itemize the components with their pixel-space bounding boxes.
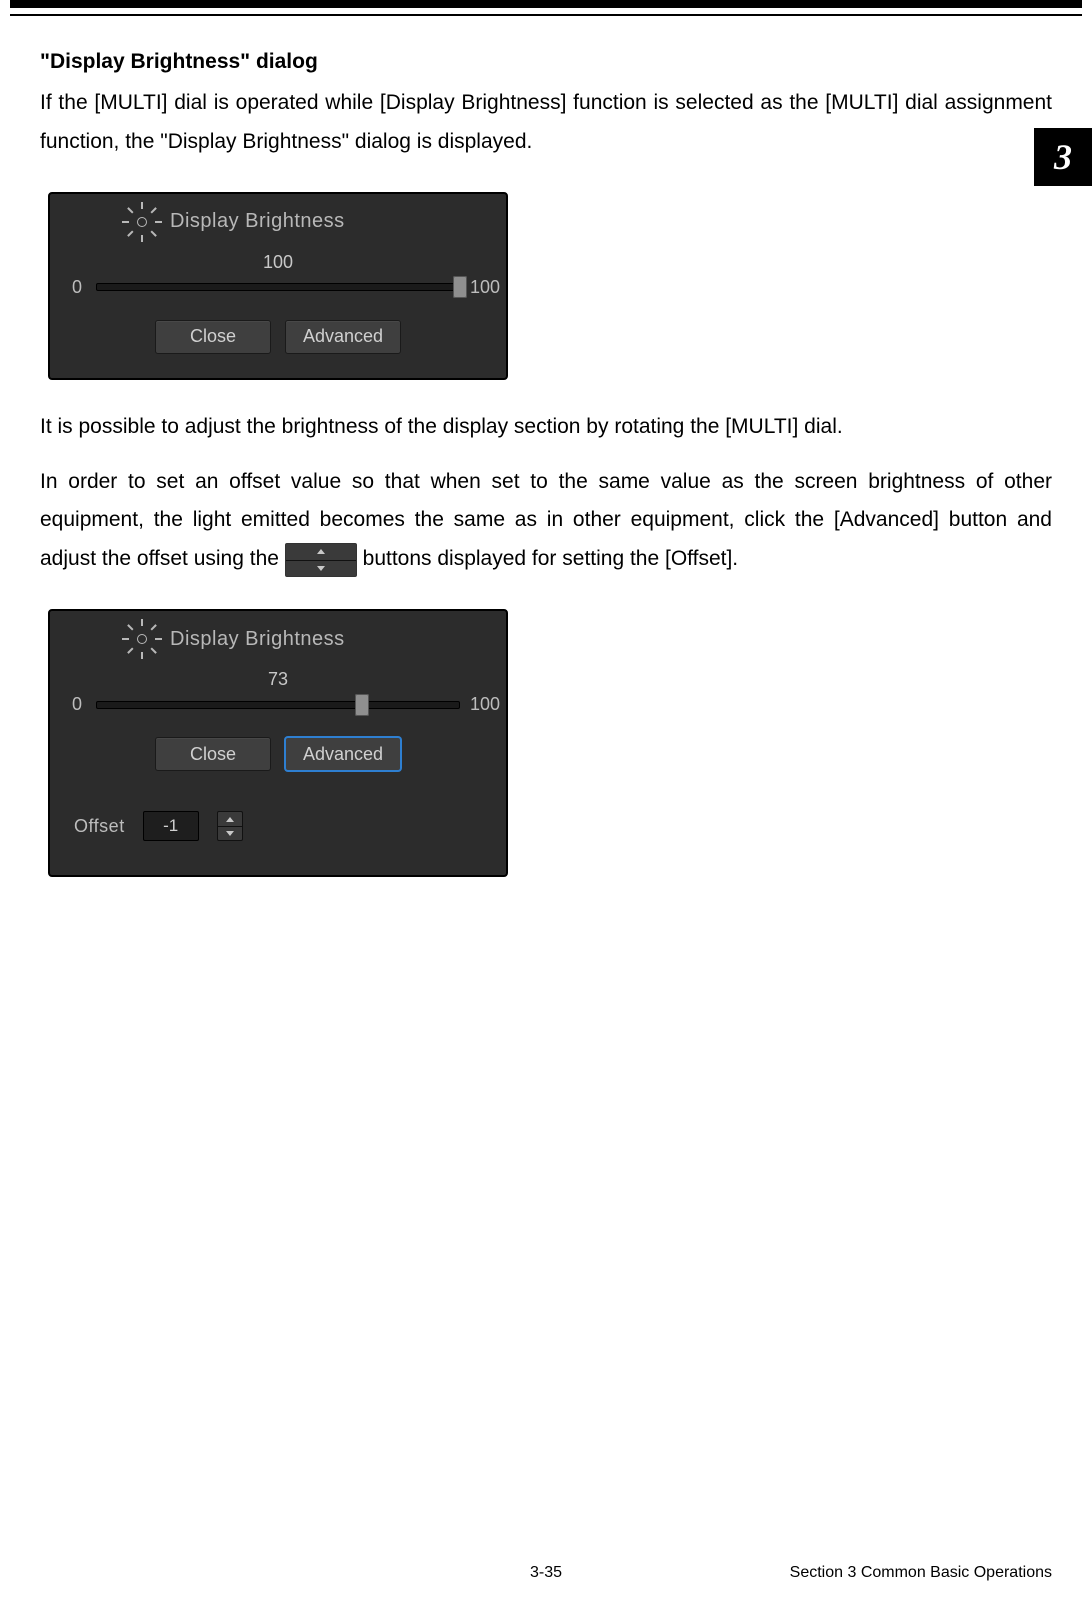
slider-current-value: 100 — [68, 252, 488, 273]
slider-thumb[interactable] — [453, 276, 467, 298]
paragraph-intro: If the [MULTI] dial is operated while [D… — [40, 84, 1052, 162]
slider-max-label: 100 — [470, 277, 488, 298]
display-brightness-dialog-basic: Display Brightness 100 0 100 Close Advan… — [48, 192, 508, 380]
section-heading: "Display Brightness" dialog — [40, 50, 1052, 74]
dialog-title: Display Brightness — [170, 628, 345, 651]
top-rule-thin — [10, 14, 1082, 16]
brightness-icon — [128, 208, 156, 236]
slider-thumb[interactable] — [355, 694, 369, 716]
page-number: 3-35 — [530, 1564, 562, 1582]
slider-min-label: 0 — [68, 277, 86, 298]
brightness-slider[interactable] — [96, 696, 460, 714]
advanced-button[interactable]: Advanced — [285, 737, 401, 771]
advanced-button[interactable]: Advanced — [285, 320, 401, 354]
slider-min-label: 0 — [68, 694, 86, 715]
slider-current-value: 73 — [68, 669, 488, 690]
footer-section: Section 3 Common Basic Operations — [790, 1564, 1052, 1582]
brightness-slider[interactable] — [96, 278, 460, 296]
dialog-title: Display Brightness — [170, 210, 345, 233]
offset-increment-button[interactable] — [217, 811, 243, 826]
offset-decrement-button[interactable] — [217, 826, 243, 841]
brightness-icon — [128, 625, 156, 653]
chapter-tab: 3 — [1034, 128, 1092, 186]
spinner-icon — [285, 543, 357, 577]
close-button[interactable]: Close — [155, 320, 271, 354]
paragraph-adjust: It is possible to adjust the brightness … — [40, 408, 1052, 447]
paragraph-offset-b: buttons displayed for setting the [Offse… — [363, 547, 739, 570]
offset-value: -1 — [143, 811, 199, 841]
display-brightness-dialog-advanced: Display Brightness 73 0 100 Close Advanc… — [48, 609, 508, 877]
offset-label: Offset — [74, 816, 125, 837]
top-rule-thick — [10, 0, 1082, 8]
slider-max-label: 100 — [470, 694, 488, 715]
close-button[interactable]: Close — [155, 737, 271, 771]
